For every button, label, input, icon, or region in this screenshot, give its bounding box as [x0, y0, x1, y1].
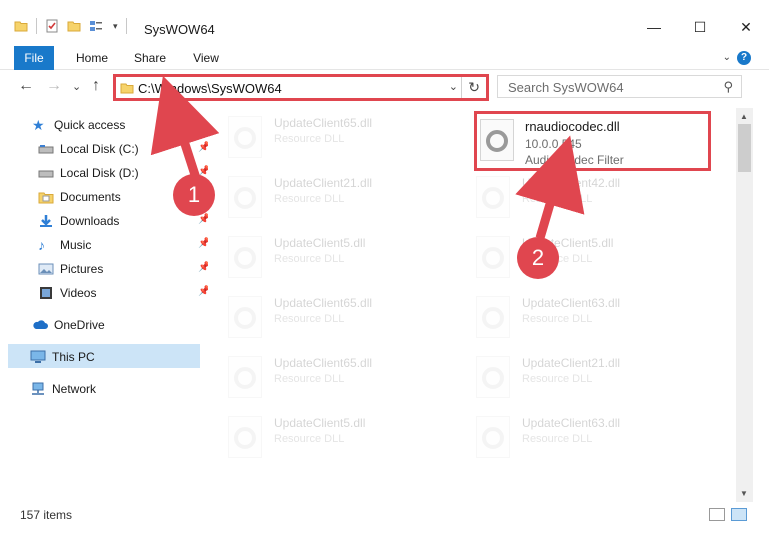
annotation-arrows: [150, 75, 585, 240]
arrow-1: [150, 75, 220, 180]
arrow-2: [515, 135, 585, 240]
callout-1: 1: [173, 174, 215, 216]
callout-2: 2: [517, 237, 559, 279]
